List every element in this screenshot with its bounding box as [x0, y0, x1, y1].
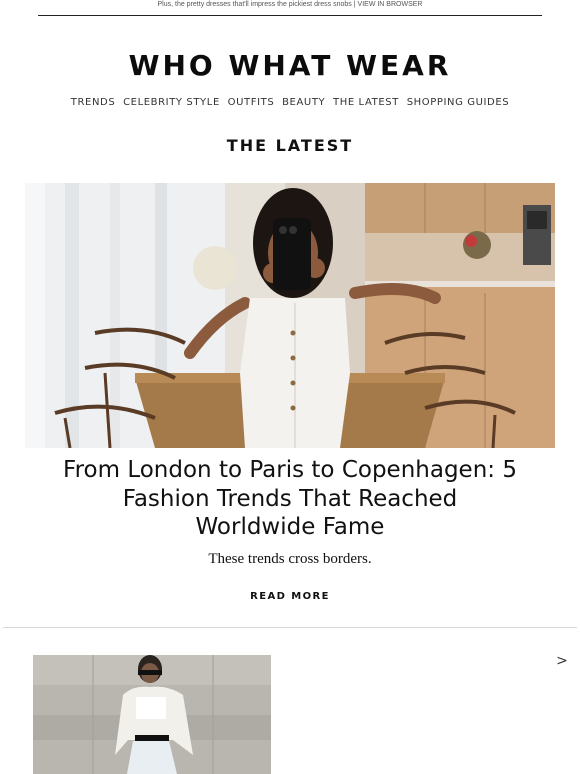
- nav-item-shopping-guides[interactable]: SHOPPING GUIDES: [407, 97, 510, 108]
- preheader: Plus, the pretty dresses that'll impress…: [38, 0, 542, 16]
- nav-item-beauty[interactable]: BEAUTY: [282, 97, 325, 108]
- featured-headline[interactable]: From London to Paris to Copenhagen: 5 Fa…: [60, 456, 520, 542]
- nav-item-outfits[interactable]: OUTFITS: [228, 97, 275, 108]
- section-title: THE LATEST: [226, 136, 354, 155]
- featured-headline-link[interactable]: From London to Paris to Copenhagen: 5 Fa…: [63, 457, 517, 540]
- section-divider: [3, 627, 577, 628]
- view-in-browser-link[interactable]: VIEW IN BROWSER: [358, 1, 423, 8]
- read-more-link[interactable]: READ MORE: [250, 591, 330, 602]
- brand-logo[interactable]: WHO WHAT WEAR: [0, 48, 580, 84]
- nav-item-celebrity-style[interactable]: CELEBRITY STYLE: [123, 97, 220, 108]
- main-nav: TRENDS CELEBRITY STYLE OUTFITS BEAUTY TH…: [0, 96, 580, 110]
- next-arrow-icon[interactable]: >: [554, 652, 570, 670]
- featured-dek: These trends cross borders.: [208, 551, 372, 567]
- next-card-image[interactable]: [33, 655, 271, 774]
- nav-item-trends[interactable]: TRENDS: [71, 97, 116, 108]
- read-more[interactable]: READ MORE: [0, 590, 580, 604]
- featured-photo-illustration: [25, 183, 555, 448]
- featured-image[interactable]: [25, 183, 555, 448]
- next-card-photo-illustration: [33, 655, 271, 774]
- nav-item-the-latest[interactable]: THE LATEST: [333, 97, 399, 108]
- preheader-text: Plus, the pretty dresses that'll impress…: [157, 1, 352, 8]
